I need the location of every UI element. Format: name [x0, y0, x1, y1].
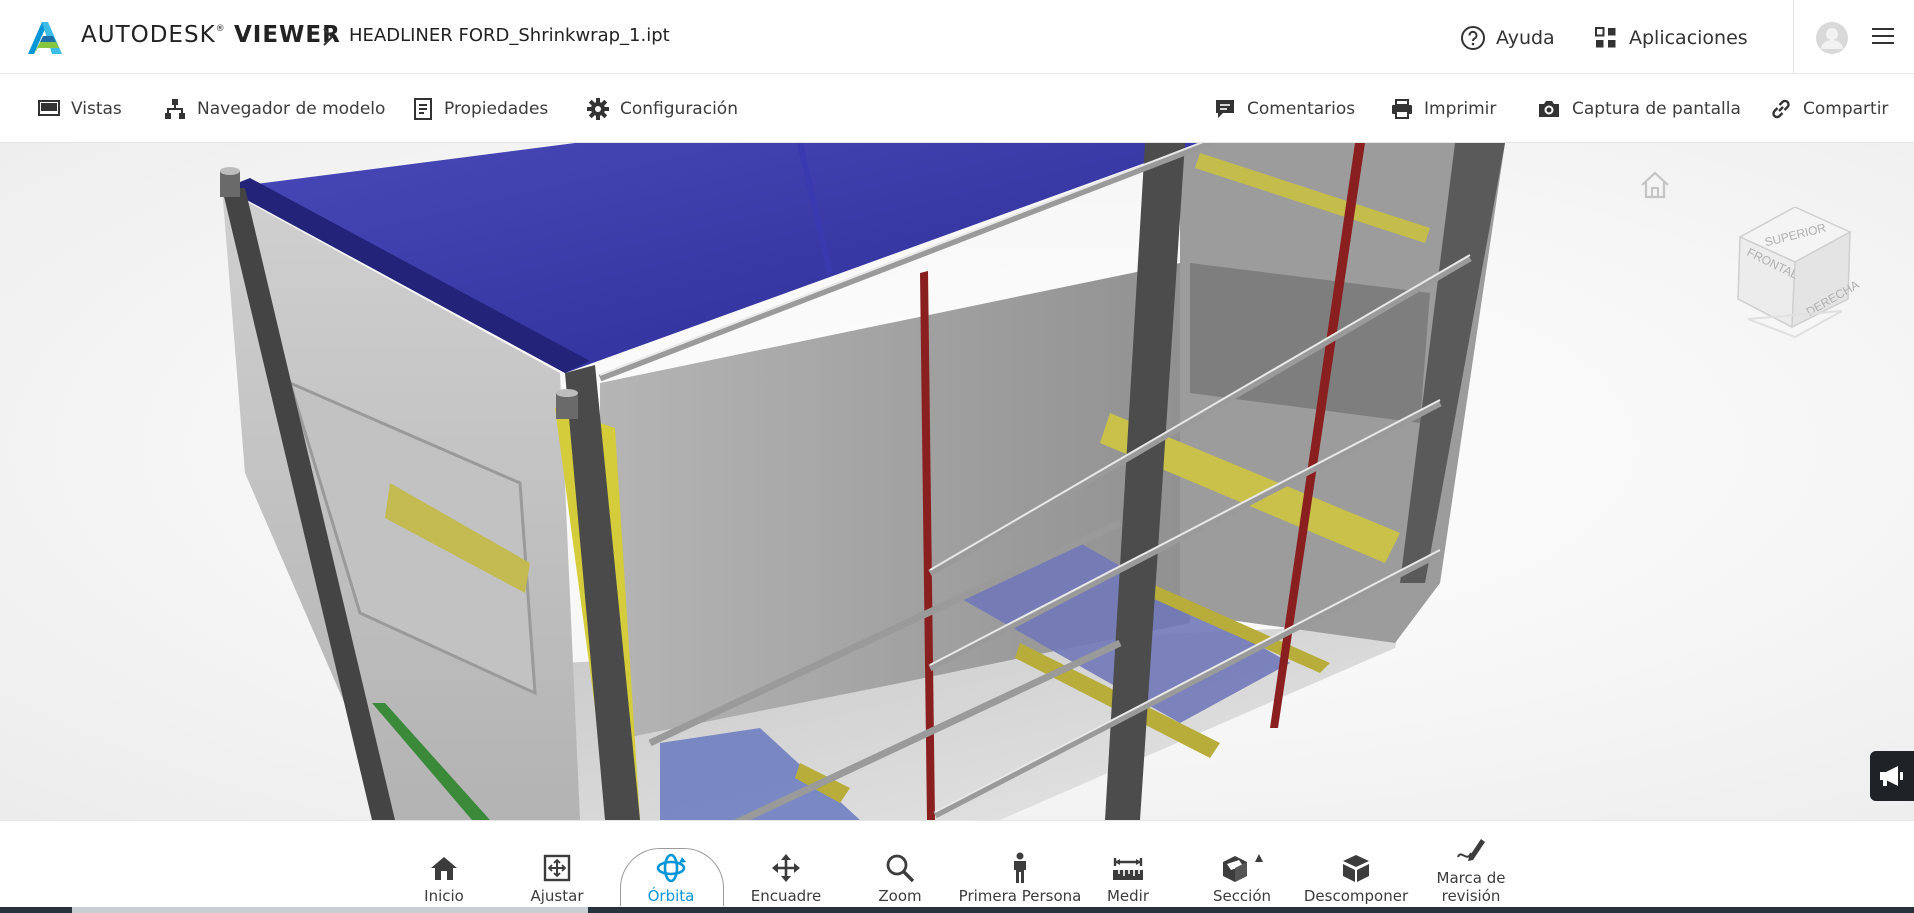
tool-orbit[interactable]: Órbita: [631, 821, 711, 913]
app-header: AUTODESK® VIEWER HEADLINER FORD_Shrinkwr…: [0, 0, 1914, 74]
tool-measure-label: Medir: [1106, 887, 1150, 905]
3d-viewport[interactable]: SUPERIOR FRONTAL DERECHA: [0, 143, 1914, 820]
pan-icon: [772, 854, 800, 882]
tool-fit[interactable]: Ajustar: [517, 821, 597, 913]
home-icon: [431, 857, 457, 880]
print-button[interactable]: Imprimir: [1391, 75, 1496, 143]
feedback-button[interactable]: [1870, 751, 1914, 801]
brand-autodesk: AUTODESK: [81, 22, 216, 48]
tool-measure[interactable]: Medir: [1088, 821, 1168, 913]
screenshot-label: Captura de pantalla: [1572, 99, 1741, 119]
person-icon: [1014, 852, 1026, 883]
tool-markup-label-line1: Marca de: [1436, 869, 1506, 887]
markup-icon: [1457, 839, 1485, 861]
megaphone-icon: [1880, 766, 1903, 786]
tool-zoom[interactable]: Zoom: [860, 821, 940, 913]
viewcube[interactable]: SUPERIOR FRONTAL DERECHA: [1730, 207, 1860, 343]
views-button[interactable]: Vistas: [38, 75, 122, 143]
settings-label: Configuración: [620, 99, 738, 119]
tool-explode-label: Descomponer: [1303, 887, 1409, 905]
progress-segment: [0, 907, 72, 913]
user-avatar-icon[interactable]: [1816, 22, 1848, 54]
share-label: Compartir: [1803, 99, 1889, 119]
hamburger-menu-icon[interactable]: [1872, 26, 1894, 46]
orbit-icon: [656, 853, 686, 883]
model-browser-button[interactable]: Navegador de modelo: [164, 75, 385, 143]
explode-icon: [1343, 855, 1369, 882]
progress-segment: [588, 907, 1914, 913]
properties-button[interactable]: Propiedades: [413, 75, 548, 143]
tool-pan-label: Encuadre: [750, 887, 822, 905]
gear-icon: [587, 98, 609, 120]
comment-icon: [1216, 100, 1234, 118]
zoom-icon: [886, 854, 915, 883]
tool-section[interactable]: Sección: [1202, 821, 1282, 913]
apps-label: Aplicaciones: [1629, 27, 1748, 49]
tool-home[interactable]: Inicio: [404, 821, 484, 913]
views-label: Vistas: [71, 99, 122, 119]
tool-markup-label-line2: revisión: [1441, 887, 1501, 905]
print-label: Imprimir: [1424, 99, 1497, 119]
chevron-right-icon: [323, 28, 334, 46]
tool-zoom-label: Zoom: [878, 887, 922, 905]
cabin-3d-model[interactable]: [0, 143, 1914, 820]
navigation-toolbar: Inicio Ajustar Órbita Encuadre Zoom Prim…: [0, 820, 1914, 913]
document-icon: [414, 98, 432, 120]
autodesk-logo-icon[interactable]: [26, 20, 62, 54]
loading-progress-bar: [0, 907, 1914, 913]
comments-label: Comentarios: [1247, 99, 1356, 119]
viewer-app: AUTODESK® VIEWER HEADLINER FORD_Shrinkwr…: [0, 0, 1914, 913]
tool-fit-label: Ajustar: [530, 887, 584, 905]
help-icon: [1461, 26, 1485, 50]
tool-first-person[interactable]: Primera Persona: [955, 821, 1085, 913]
home-view-icon[interactable]: [1638, 169, 1672, 201]
model-browser-label: Navegador de modelo: [197, 99, 386, 119]
comments-button[interactable]: Comentarios: [1214, 75, 1355, 143]
printer-icon: [1392, 99, 1412, 119]
file-name: HEADLINER FORD_Shrinkwrap_1.ipt: [349, 25, 670, 46]
monitor-icon: [38, 100, 60, 116]
viewer-toolbar: Vistas Navegador de modelo Propiedades C…: [0, 75, 1914, 143]
tool-markup[interactable]: Marca de revisión: [1420, 821, 1522, 913]
apps-grid-icon: [1595, 27, 1616, 48]
measure-icon: [1113, 858, 1143, 880]
help-label: Ayuda: [1496, 27, 1555, 49]
tool-orbit-label: Órbita: [647, 887, 695, 905]
tool-first-person-label: Primera Persona: [958, 887, 1082, 905]
camera-icon: [1539, 101, 1559, 117]
header-divider: [1793, 0, 1794, 74]
section-icon: [1223, 854, 1263, 882]
app-brand[interactable]: AUTODESK® VIEWER: [81, 22, 341, 48]
brand-registered: ®: [215, 24, 226, 34]
fit-icon: [543, 854, 571, 882]
help-button[interactable]: Ayuda: [1460, 24, 1555, 52]
apps-button[interactable]: Aplicaciones: [1595, 24, 1748, 52]
tool-home-label: Inicio: [424, 887, 464, 905]
tool-pan[interactable]: Encuadre: [746, 821, 826, 913]
properties-label: Propiedades: [444, 99, 549, 119]
screenshot-button[interactable]: Captura de pantalla: [1537, 75, 1741, 143]
tool-explode[interactable]: Descomponer: [1298, 821, 1414, 913]
link-icon: [1772, 99, 1790, 119]
model-tree-icon: [165, 99, 185, 119]
settings-button[interactable]: Configuración: [587, 75, 738, 143]
tool-section-label: Sección: [1212, 887, 1272, 905]
share-button[interactable]: Compartir: [1770, 75, 1888, 143]
